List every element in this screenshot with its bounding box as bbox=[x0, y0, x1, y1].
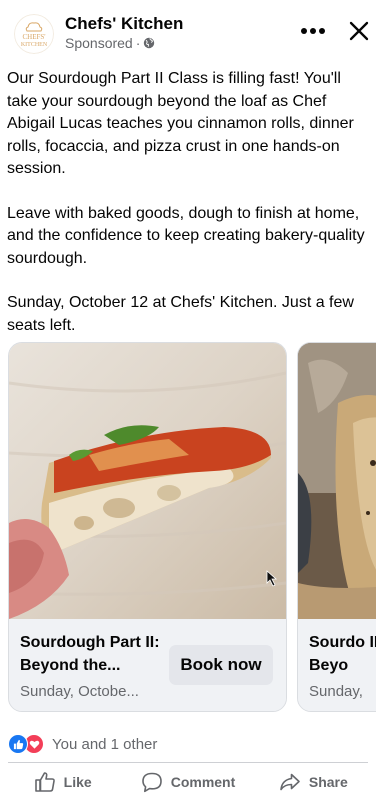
post-actions-bar: Like Comment Share bbox=[0, 763, 376, 800]
comment-icon bbox=[141, 772, 162, 792]
post-body-text: Our Sourdough Part II Class is filling f… bbox=[7, 68, 367, 359]
sponsored-label: Sponsored · bbox=[65, 35, 155, 51]
like-reaction-icon bbox=[8, 734, 28, 754]
chefs-kitchen-logo: CHEFS' KITCHEN bbox=[14, 14, 54, 54]
svg-text:KITCHEN: KITCHEN bbox=[21, 42, 48, 48]
comment-button[interactable]: Comment bbox=[125, 763, 250, 800]
card-subtitle: Sunday, bbox=[309, 683, 363, 700]
share-button[interactable]: Share bbox=[251, 763, 376, 800]
card-footer[interactable]: Sourdough Part II: Beyond the... Sunday,… bbox=[9, 619, 286, 711]
post-header: CHEFS' KITCHEN Chefs' Kitchen Sponsored … bbox=[0, 0, 376, 60]
like-label: Like bbox=[63, 773, 92, 790]
sponsored-text: Sponsored bbox=[65, 35, 133, 51]
more-options-button[interactable] bbox=[298, 16, 328, 46]
ad-carousel[interactable]: Sourdough Part II: Beyond the... Sunday,… bbox=[0, 342, 376, 712]
share-label: Share bbox=[308, 773, 348, 790]
book-now-button[interactable]: Book now bbox=[169, 645, 273, 685]
post-paragraph: Our Sourdough Part II Class is filling f… bbox=[7, 70, 354, 177]
page-name[interactable]: Chefs' Kitchen bbox=[65, 14, 183, 34]
like-button[interactable]: Like bbox=[0, 763, 125, 800]
share-icon bbox=[280, 773, 300, 790]
card-title[interactable]: Sourdough Part II: Beyond the... bbox=[20, 631, 160, 677]
page-logo[interactable]: CHEFS' KITCHEN bbox=[14, 14, 54, 54]
sourdough-bread-image[interactable] bbox=[298, 343, 376, 619]
dot-separator: · bbox=[135, 35, 141, 51]
post-paragraph: Leave with baked goods, dough to finish … bbox=[7, 204, 365, 267]
carousel-card[interactable]: Sourdo II: Beyo Sunday, bbox=[297, 342, 376, 712]
more-dots-icon bbox=[301, 28, 325, 34]
reaction-summary[interactable]: You and 1 other bbox=[8, 732, 157, 756]
svg-text:CHEFS': CHEFS' bbox=[22, 33, 45, 41]
globe-icon bbox=[144, 37, 155, 49]
card-footer[interactable]: Sourdo II: Beyo Sunday, bbox=[298, 619, 376, 711]
carousel-card[interactable]: Sourdough Part II: Beyond the... Sunday,… bbox=[8, 342, 287, 712]
pizza-slice-image[interactable] bbox=[9, 343, 286, 619]
like-icon bbox=[34, 771, 55, 792]
reaction-count-text[interactable]: You and 1 other bbox=[52, 736, 157, 753]
close-button[interactable] bbox=[344, 16, 374, 46]
thumbs-up-icon bbox=[13, 739, 23, 749]
heart-icon bbox=[29, 740, 39, 749]
close-icon bbox=[349, 21, 369, 41]
post-paragraph: Sunday, October 12 at Chefs' Kitchen. Ju… bbox=[7, 294, 354, 334]
card-title[interactable]: Sourdo II: Beyo bbox=[309, 631, 376, 677]
comment-label: Comment bbox=[170, 773, 236, 790]
card-subtitle: Sunday, Octobe... bbox=[20, 683, 139, 700]
